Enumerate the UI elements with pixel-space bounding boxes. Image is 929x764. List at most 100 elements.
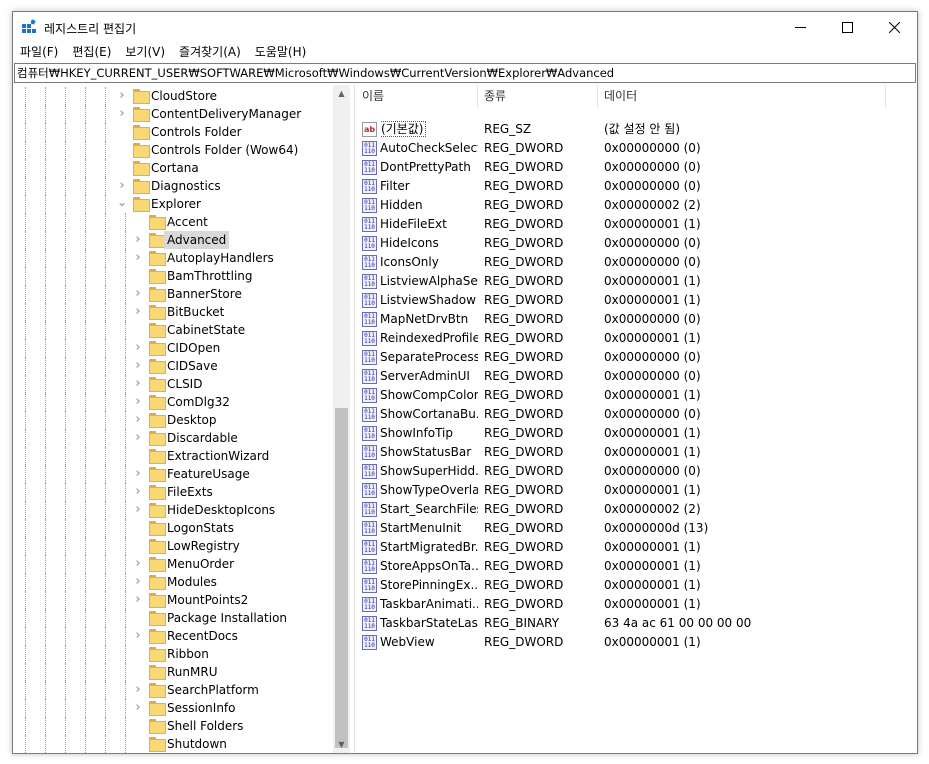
value-row[interactable]: 011 110 ShowTypeOverlay REG_DWORD 0x00000001… [356, 481, 917, 500]
value-row[interactable]: 011 110 Filter REG_DWORD 0x00000000 (0) [356, 177, 917, 196]
tree-item[interactable]: › CIDOpen [13, 339, 333, 357]
tree-item-label[interactable]: CIDOpen [164, 339, 223, 357]
tree-item-label[interactable]: Shell Folders [164, 717, 246, 735]
tree-item-label[interactable]: BitBucket [164, 303, 227, 321]
tree-item[interactable]: › MenuOrder [13, 555, 333, 573]
tree-item-label[interactable]: SearchPlatform [164, 681, 262, 699]
tree-item[interactable]: › AutoplayHandlers [13, 249, 333, 267]
value-row[interactable]: 011 110 MapNetDrvBtn REG_DWORD 0x00000000 (0… [356, 310, 917, 329]
address-bar[interactable]: 컴퓨터₩HKEY_CURRENT_USER₩SOFTWARE₩Microsoft… [14, 63, 916, 83]
tree-item-label[interactable]: RunMRU [164, 663, 220, 681]
chevron-right-icon[interactable]: › [132, 629, 144, 642]
tree-item[interactable]: Accent [13, 213, 333, 231]
tree-item-label[interactable]: LogonStats [164, 519, 237, 537]
chevron-right-icon[interactable]: › [132, 557, 144, 570]
close-button[interactable] [871, 12, 917, 42]
tree-item[interactable]: › CIDSave [13, 357, 333, 375]
tree-item-label[interactable]: CLSID [164, 375, 205, 393]
tree-item-label[interactable]: CloudStore [148, 87, 220, 105]
value-row[interactable]: 011 110 DontPrettyPath REG_DWORD 0x00000000 … [356, 158, 917, 177]
tree-item[interactable]: Cortana [13, 159, 333, 177]
tree-item-label[interactable]: SessionInfo [164, 699, 239, 717]
chevron-right-icon[interactable]: › [132, 431, 144, 444]
tree-item[interactable]: CabinetState [13, 321, 333, 339]
chevron-right-icon[interactable]: › [132, 305, 144, 318]
chevron-right-icon[interactable]: › [132, 485, 144, 498]
tree-item[interactable]: › MountPoints2 [13, 591, 333, 609]
tree-item-label[interactable]: BannerStore [164, 285, 245, 303]
column-header-name[interactable]: 이름 [356, 85, 478, 108]
tree-item[interactable]: Ribbon [13, 645, 333, 663]
menu-favorites[interactable]: 즐겨찾기(A) [172, 43, 248, 63]
tree-item-label[interactable]: FeatureUsage [164, 465, 253, 483]
chevron-right-icon[interactable]: › [132, 593, 144, 606]
tree-item[interactable]: › ComDlg32 [13, 393, 333, 411]
value-row[interactable]: 011 110 Hidden REG_DWORD 0x00000002 (2) [356, 196, 917, 215]
chevron-right-icon[interactable]: › [116, 89, 128, 102]
tree-item[interactable]: › Discardable [13, 429, 333, 447]
tree-item[interactable]: ExtractionWizard [13, 447, 333, 465]
tree-item-label[interactable]: Ribbon [164, 645, 212, 663]
chevron-right-icon[interactable]: › [132, 395, 144, 408]
tree-item[interactable]: › RecentDocs [13, 627, 333, 645]
tree-item[interactable]: › CLSID [13, 375, 333, 393]
value-row[interactable]: 011 110 ReindexedProfile REG_DWORD 0x0000000… [356, 329, 917, 348]
value-row[interactable]: 011 110 StoreAppsOnTa... REG_DWORD 0x0000000… [356, 557, 917, 576]
value-row[interactable]: ab (기본값) REG_SZ (값 설정 안 됨) [356, 120, 917, 139]
tree-item-label[interactable]: Accent [164, 213, 211, 231]
value-row[interactable]: 011 110 Start_SearchFiles REG_DWORD 0x000000… [356, 500, 917, 519]
chevron-right-icon[interactable]: › [132, 359, 144, 372]
column-header-type[interactable]: 종류 [478, 85, 598, 108]
tree-item-label[interactable]: Diagnostics [148, 177, 224, 195]
tree-item[interactable]: BamThrottling [13, 267, 333, 285]
tree-item-label[interactable]: Controls Folder [148, 123, 245, 141]
tree-item[interactable]: LogonStats [13, 519, 333, 537]
value-row[interactable]: 011 110 HideFileExt REG_DWORD 0x00000001 (1) [356, 215, 917, 234]
chevron-right-icon[interactable]: › [132, 341, 144, 354]
menu-edit[interactable]: 편집(E) [65, 43, 118, 63]
value-row[interactable]: 011 110 IconsOnly REG_DWORD 0x00000000 (0) [356, 253, 917, 272]
value-row[interactable]: 011 110 WebView REG_DWORD 0x00000001 (1) [356, 633, 917, 652]
chevron-right-icon[interactable]: › [132, 233, 144, 246]
tree-scrollbar[interactable]: ▲ ▼ [333, 85, 350, 753]
chevron-right-icon[interactable]: › [132, 287, 144, 300]
tree-item-label[interactable]: Advanced [164, 231, 230, 249]
tree-item-label[interactable]: ComDlg32 [164, 393, 233, 411]
tree-item[interactable]: › Modules [13, 573, 333, 591]
tree-item[interactable]: › FileExts [13, 483, 333, 501]
menu-view[interactable]: 보기(V) [118, 43, 172, 63]
chevron-right-icon[interactable]: › [132, 575, 144, 588]
tree-item-label[interactable]: BamThrottling [164, 267, 256, 285]
tree-item-label[interactable]: Controls Folder (Wow64) [148, 141, 301, 159]
tree-item[interactable]: Controls Folder [13, 123, 333, 141]
value-row[interactable]: 011 110 ShowInfoTip REG_DWORD 0x00000001 (1) [356, 424, 917, 443]
tree-item-label[interactable]: Cortana [148, 159, 202, 177]
tree-item-label[interactable]: ContentDeliveryManager [148, 105, 304, 123]
tree-item-label[interactable]: Package Installation [164, 609, 290, 627]
tree-item[interactable]: › BitBucket [13, 303, 333, 321]
tree-item[interactable]: › SearchPlatform [13, 681, 333, 699]
value-row[interactable]: 011 110 AutoCheckSelect REG_DWORD 0x00000000… [356, 139, 917, 158]
tree-item-label[interactable]: Desktop [164, 411, 220, 429]
value-row[interactable]: 011 110 ShowCompColor REG_DWORD 0x00000001 (… [356, 386, 917, 405]
pane-splitter[interactable] [350, 85, 355, 753]
tree-item[interactable]: ⌄ Explorer [13, 195, 333, 213]
chevron-right-icon[interactable]: › [132, 683, 144, 696]
menu-file[interactable]: 파일(F) [13, 43, 65, 63]
value-row[interactable]: 011110TaskbarStateLas... REG_BINARY 63 4a … [356, 614, 917, 633]
value-row[interactable]: 011 110 ServerAdminUI REG_DWORD 0x00000000 (… [356, 367, 917, 386]
value-row[interactable]: 011 110 HideIcons REG_DWORD 0x00000000 (0) [356, 234, 917, 253]
chevron-right-icon[interactable]: › [132, 377, 144, 390]
chevron-right-icon[interactable]: › [132, 467, 144, 480]
value-row[interactable]: 011 110 ShowSuperHidd... REG_DWORD 0x0000000… [356, 462, 917, 481]
key-tree[interactable]: › CloudStore › ContentDeliveryManager Contro… [13, 85, 350, 753]
tree-item-label[interactable]: MenuOrder [164, 555, 237, 573]
scroll-up-arrow-icon[interactable]: ▲ [333, 85, 350, 102]
tree-item-label[interactable]: ExtractionWizard [164, 447, 272, 465]
tree-item[interactable]: › Advanced [13, 231, 333, 249]
scrollbar-thumb[interactable] [335, 408, 348, 748]
tree-item[interactable]: › SessionInfo [13, 699, 333, 717]
value-row[interactable]: 011 110 SeparateProcess REG_DWORD 0x00000000… [356, 348, 917, 367]
tree-item[interactable]: › FeatureUsage [13, 465, 333, 483]
menu-help[interactable]: 도움말(H) [248, 43, 314, 63]
